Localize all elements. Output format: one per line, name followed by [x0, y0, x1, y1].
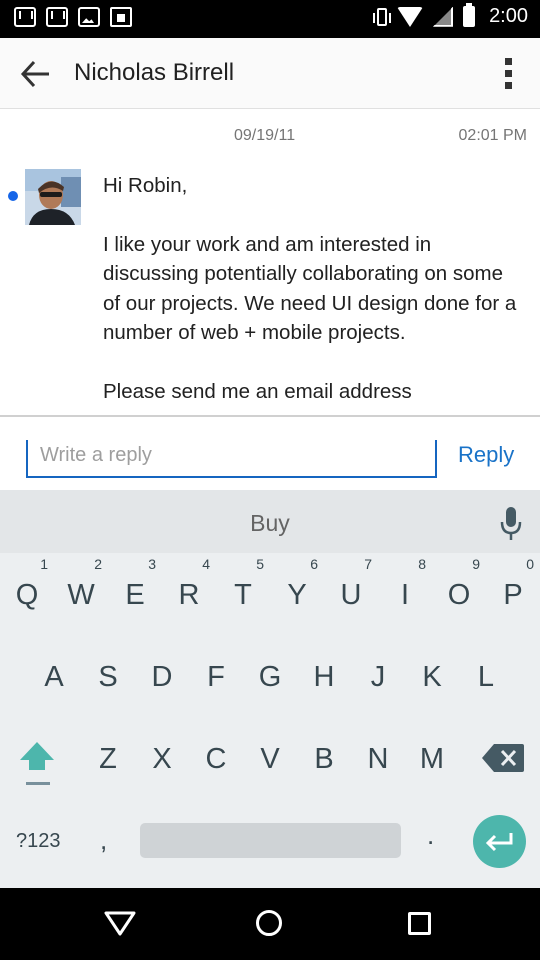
status-bar: 2:00: [0, 0, 540, 38]
key-v[interactable]: V: [245, 729, 295, 789]
mail-icon: [14, 7, 36, 27]
microphone-icon[interactable]: [500, 507, 522, 541]
vibrate-icon: [373, 7, 392, 26]
shift-icon[interactable]: [14, 738, 60, 788]
key-q[interactable]: Q1: [2, 557, 52, 625]
app-bar: Nicholas Birrell: [0, 38, 540, 109]
suggestion-word[interactable]: Buy: [0, 510, 540, 537]
key-r[interactable]: R4: [164, 557, 214, 625]
key-hint: 5: [256, 556, 264, 572]
message-paragraph: I like your work and am interested in di…: [103, 232, 517, 345]
key-hint: 3: [148, 556, 156, 572]
suggestion-strip: Buy: [0, 490, 540, 553]
battery-icon: [463, 3, 476, 27]
key-p[interactable]: P0: [488, 557, 538, 625]
wifi-icon: [397, 6, 424, 27]
message-cutoff-line: Please send me an email address: [103, 379, 412, 403]
key-j[interactable]: J: [353, 647, 403, 707]
key-b[interactable]: B: [299, 729, 349, 789]
message-view[interactable]: 09/19/11 02:01 PM Hi Robin, I like your …: [0, 109, 540, 415]
key-i[interactable]: I8: [380, 557, 430, 625]
signal-icon: [433, 6, 454, 27]
space-bar[interactable]: [140, 823, 401, 858]
key-a[interactable]: A: [29, 647, 79, 707]
bag-icon: [110, 7, 132, 27]
image-icon: [78, 7, 100, 27]
key-k[interactable]: K: [407, 647, 457, 707]
home-circle-icon[interactable]: [256, 910, 282, 936]
reply-button[interactable]: Reply: [458, 442, 514, 468]
key-g[interactable]: G: [245, 647, 295, 707]
period-key[interactable]: .: [427, 820, 434, 851]
key-hint: 2: [94, 556, 102, 572]
back-triangle-icon[interactable]: [104, 910, 136, 941]
key-u[interactable]: U7: [326, 557, 376, 625]
unread-indicator: [8, 191, 18, 201]
key-h[interactable]: H: [299, 647, 349, 707]
arrow-back-icon[interactable]: [20, 60, 52, 88]
contact-name-title: Nicholas Birrell: [74, 59, 235, 86]
message-date: 09/19/11: [234, 127, 296, 144]
key-hint: 1: [40, 556, 48, 572]
key-m[interactable]: M: [407, 729, 457, 789]
backspace-icon[interactable]: [482, 744, 524, 772]
key-c[interactable]: C: [191, 729, 241, 789]
avatar[interactable]: [25, 169, 81, 225]
key-y[interactable]: Y6: [272, 557, 322, 625]
key-hint: 8: [418, 556, 426, 572]
message-time: 02:01 PM: [458, 127, 527, 144]
key-hint: 6: [310, 556, 318, 572]
key-z[interactable]: Z: [83, 729, 133, 789]
enter-icon: [485, 833, 513, 852]
key-f[interactable]: F: [191, 647, 241, 707]
reply-input[interactable]: [26, 440, 437, 478]
enter-key[interactable]: [473, 815, 526, 868]
key-w[interactable]: W2: [56, 557, 106, 625]
key-n[interactable]: N: [353, 729, 403, 789]
soft-keyboard: Buy Q1W2E3R4T5Y6U7I8O9P0 ASDFGHJKL ZXCVB…: [0, 490, 540, 888]
key-hint: 7: [364, 556, 372, 572]
key-hint: 9: [472, 556, 480, 572]
symbols-key[interactable]: ?123: [16, 830, 61, 853]
status-time: 2:00: [489, 5, 528, 27]
key-x[interactable]: X: [137, 729, 187, 789]
reply-bar: Reply: [0, 417, 540, 490]
key-hint: 0: [526, 556, 534, 572]
system-icons: 2:00: [373, 3, 528, 28]
system-nav-bar: [0, 888, 540, 960]
comma-key[interactable]: ,: [100, 825, 107, 856]
message-greeting: Hi Robin,: [103, 174, 188, 197]
key-t[interactable]: T5: [218, 557, 268, 625]
overflow-menu-icon[interactable]: [504, 58, 514, 92]
key-o[interactable]: O9: [434, 557, 484, 625]
key-d[interactable]: D: [137, 647, 187, 707]
recents-square-icon[interactable]: [408, 912, 431, 935]
key-l[interactable]: L: [461, 647, 511, 707]
inbox-icon: [46, 7, 68, 27]
key-hint: 4: [202, 556, 210, 572]
notification-icons: [14, 7, 132, 27]
key-e[interactable]: E3: [110, 557, 160, 625]
message-body: Hi Robin, I like your work and am intere…: [103, 171, 523, 415]
key-s[interactable]: S: [83, 647, 133, 707]
